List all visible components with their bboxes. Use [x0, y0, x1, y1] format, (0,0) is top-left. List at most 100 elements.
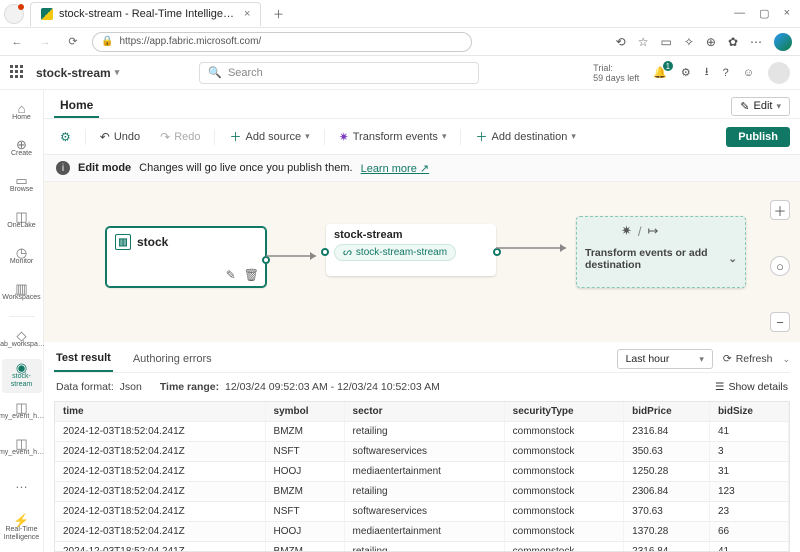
fabric-favicon-icon: [41, 8, 53, 20]
publish-button[interactable]: Publish: [726, 127, 790, 147]
settings-icon[interactable]: ⚙: [681, 66, 691, 79]
help-icon[interactable]: ?: [723, 67, 729, 79]
minimize-icon[interactable]: —: [734, 7, 745, 20]
collections-icon[interactable]: ⊕: [706, 35, 716, 49]
lock-icon: 🔒: [101, 36, 113, 47]
output-port[interactable]: [493, 248, 501, 256]
browser-tab[interactable]: stock-stream - Real-Time Intellige… ×: [30, 2, 261, 26]
extensions-icon[interactable]: ✧: [684, 35, 694, 49]
cell-bidSize: 41: [709, 422, 788, 442]
table-row[interactable]: 2024-12-03T18:52:04.241ZBMZMretailingcom…: [55, 422, 789, 442]
back-icon[interactable]: ←: [8, 36, 26, 48]
notifications-icon[interactable]: 🔔: [653, 66, 667, 79]
table-row[interactable]: 2024-12-03T18:52:04.241ZHOOJmediaenterta…: [55, 522, 789, 542]
cell-bidSize: 23: [709, 502, 788, 522]
stream-pill[interactable]: ᔕstock-stream-stream: [334, 244, 456, 261]
col-time[interactable]: time: [55, 402, 265, 422]
maximize-icon[interactable]: ▢: [759, 7, 769, 20]
browser-urlbar: ← → ⟳ 🔒 https://app.fabric.microsoft.com…: [0, 28, 800, 56]
settings-gear-button[interactable]: ⚙: [54, 127, 77, 147]
rail-eventhouse-1[interactable]: ◫my_event_h…: [2, 395, 42, 429]
chevron-down-icon[interactable]: ⌄: [728, 253, 737, 265]
time-window-dropdown[interactable]: Last hour▾: [617, 349, 713, 369]
new-tab-button[interactable]: ＋: [267, 3, 289, 25]
rail-fab-workspace[interactable]: ◇fab_workspa…: [2, 323, 42, 357]
rail-eventhouse-2[interactable]: ◫my_event_h…: [2, 431, 42, 465]
tab-home[interactable]: Home: [54, 94, 99, 118]
rail-onelake[interactable]: ◫OneLake: [2, 204, 42, 238]
search-input[interactable]: 🔍 Search: [199, 62, 479, 84]
sync-icon[interactable]: ⟲: [616, 35, 626, 49]
show-details-link[interactable]: ☰Show details: [715, 381, 788, 393]
results-table[interactable]: time symbol sector securityType bidPrice…: [54, 401, 790, 552]
copilot-icon[interactable]: [774, 33, 792, 51]
redo-button: ↷Redo: [154, 127, 206, 147]
col-sector[interactable]: sector: [344, 402, 504, 422]
col-securityType[interactable]: securityType: [504, 402, 624, 422]
reload-icon[interactable]: ⟳: [64, 35, 82, 48]
download-icon[interactable]: ⭳: [705, 63, 709, 82]
zoom-in-button[interactable]: ＋: [770, 200, 790, 220]
collapse-results-icon[interactable]: ⌄: [782, 354, 790, 365]
cell-bidPrice: 370.63: [624, 502, 710, 522]
cell-bidSize: 3: [709, 442, 788, 462]
cell-sector: retailing: [344, 542, 504, 552]
address-bar[interactable]: 🔒 https://app.fabric.microsoft.com/: [92, 32, 472, 52]
edit-button[interactable]: ✎Edit▾: [731, 97, 790, 116]
rail-stock-stream[interactable]: ◉stock-stream: [2, 359, 42, 393]
table-row[interactable]: 2024-12-03T18:52:04.241ZNSFTsoftwareserv…: [55, 442, 789, 462]
close-window-icon[interactable]: ×: [784, 7, 790, 20]
star-icon[interactable]: ☆: [638, 35, 649, 49]
edit-node-icon[interactable]: ✎: [226, 268, 236, 282]
table-row[interactable]: 2024-12-03T18:52:04.241ZHOOJmediaenterta…: [55, 462, 789, 482]
input-port[interactable]: [321, 248, 329, 256]
breadcrumb[interactable]: stock-stream ▾: [36, 66, 119, 80]
zoom-out-button[interactable]: −: [770, 312, 790, 332]
node-eventstream[interactable]: stock-stream ᔕstock-stream-stream: [326, 224, 496, 276]
node-source-stock[interactable]: ▥stock ✎ 🗑: [106, 227, 266, 287]
close-tab-icon[interactable]: ×: [244, 8, 250, 20]
profile-avatar-icon[interactable]: [4, 4, 24, 24]
app-launcher-icon[interactable]: [10, 65, 26, 81]
table-row[interactable]: 2024-12-03T18:52:04.241ZNSFTsoftwareserv…: [55, 502, 789, 522]
favorites-icon[interactable]: ✿: [728, 35, 738, 49]
cell-sector: retailing: [344, 422, 504, 442]
feedback-icon[interactable]: ☺: [743, 67, 754, 79]
rail-workspaces[interactable]: ▥Workspaces: [2, 276, 42, 310]
cell-time: 2024-12-03T18:52:04.241Z: [55, 462, 265, 482]
rail-create[interactable]: ⊕Create: [2, 132, 42, 166]
rail-more[interactable]: …: [2, 467, 42, 501]
eventstream-canvas[interactable]: ▥stock ✎ 🗑 stock-stream ᔕstock-stream-st…: [44, 182, 800, 342]
tab-authoring-errors[interactable]: Authoring errors: [131, 347, 214, 371]
cell-securityType: commonstock: [504, 482, 624, 502]
time-range: Time range: 12/03/24 09:52:03 AM - 12/03…: [160, 381, 440, 393]
rail-monitor[interactable]: ◷Monitor: [2, 240, 42, 274]
node-destination-placeholder[interactable]: ✷ / ↦ Transform events or add destinatio…: [576, 216, 746, 288]
table-row[interactable]: 2024-12-03T18:52:04.241ZBMZMretailingcom…: [55, 542, 789, 552]
learn-more-link[interactable]: Learn more ↗: [361, 162, 430, 175]
readmode-icon[interactable]: ▭: [660, 35, 671, 49]
cell-sector: mediaentertainment: [344, 462, 504, 482]
more-icon[interactable]: ⋯: [750, 35, 762, 49]
item-name: stock-stream: [36, 66, 111, 80]
col-symbol[interactable]: symbol: [265, 402, 344, 422]
account-avatar-icon[interactable]: [768, 62, 790, 84]
rail-home[interactable]: ⌂Home: [2, 96, 42, 130]
left-nav-rail: ⌂Home ⊕Create ▭Browse ◫OneLake ◷Monitor …: [0, 90, 44, 552]
add-destination-button[interactable]: ＋Add destination▾: [469, 125, 581, 148]
output-port[interactable]: [262, 256, 270, 264]
rail-realtime[interactable]: ⚡Real-Time Intelligence: [2, 512, 42, 546]
fit-button[interactable]: ○: [770, 256, 790, 276]
tab-test-result[interactable]: Test result: [54, 346, 113, 372]
col-bidPrice[interactable]: bidPrice: [624, 402, 710, 422]
delete-node-icon[interactable]: 🗑: [244, 268, 259, 282]
refresh-button[interactable]: ⟳Refresh: [723, 353, 773, 365]
undo-button[interactable]: ↶Undo: [94, 127, 146, 147]
rail-browse[interactable]: ▭Browse: [2, 168, 42, 202]
trial-status: Trial: 59 days left: [593, 63, 639, 83]
add-source-button[interactable]: ＋Add source▾: [223, 125, 315, 148]
cell-bidSize: 66: [709, 522, 788, 542]
table-row[interactable]: 2024-12-03T18:52:04.241ZBMZMretailingcom…: [55, 482, 789, 502]
col-bidSize[interactable]: bidSize: [709, 402, 788, 422]
transform-events-button[interactable]: ✷Transform events▾: [333, 127, 453, 147]
